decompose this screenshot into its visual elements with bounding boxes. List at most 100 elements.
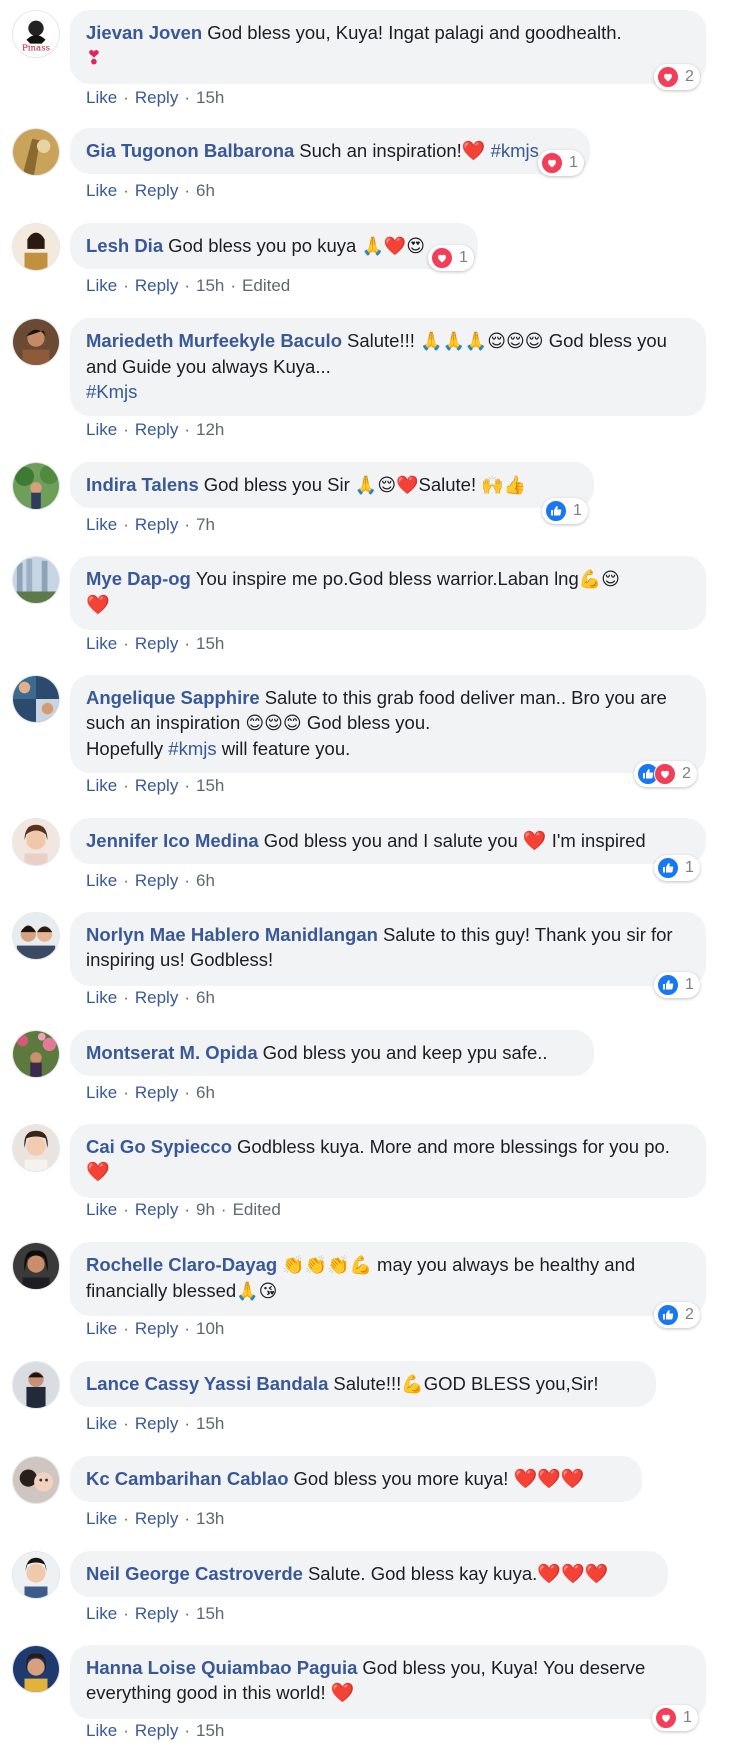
like-link[interactable]: Like <box>86 1200 117 1219</box>
timestamp[interactable]: 7h <box>196 515 215 534</box>
like-link[interactable]: Like <box>86 1083 117 1102</box>
edited-label[interactable]: Edited <box>242 276 290 295</box>
reply-link[interactable]: Reply <box>135 88 178 107</box>
timestamp[interactable]: 15h <box>196 1604 224 1623</box>
reaction-summary[interactable]: 2 <box>654 1302 700 1328</box>
timestamp[interactable]: 9h <box>196 1200 215 1219</box>
reaction-summary[interactable]: 2 <box>654 64 700 90</box>
comment-author[interactable]: Mye Dap-og <box>86 568 191 589</box>
reaction-count: 1 <box>683 1709 692 1726</box>
like-link[interactable]: Like <box>86 988 117 1007</box>
avatar[interactable] <box>12 318 60 366</box>
reply-link[interactable]: Reply <box>135 515 178 534</box>
comment-author[interactable]: Kc Cambarihan Cablao <box>86 1468 289 1489</box>
like-link[interactable]: Like <box>86 871 117 890</box>
hashtag-link[interactable]: #kmjs <box>491 140 539 161</box>
avatar[interactable] <box>12 556 60 604</box>
avatar[interactable] <box>12 912 60 960</box>
reply-link[interactable]: Reply <box>135 634 178 653</box>
avatar[interactable] <box>12 818 60 866</box>
timestamp[interactable]: 12h <box>196 420 224 439</box>
reaction-summary[interactable]: 1 <box>428 245 474 271</box>
comment-author[interactable]: Hanna Loise Quiambao Paguia <box>86 1657 357 1678</box>
hashtag-link[interactable]: #Kmjs <box>86 381 137 402</box>
comment-actions: Like · Reply · 6h <box>86 988 215 1008</box>
like-link[interactable]: Like <box>86 1509 117 1528</box>
like-link[interactable]: Like <box>86 420 117 439</box>
comment-author[interactable]: Jennifer Ico Medina <box>86 830 259 851</box>
love-reaction-icon <box>655 1707 677 1729</box>
comment-bubble: Jennifer Ico Medina God bless you and I s… <box>70 818 706 864</box>
timestamp[interactable]: 6h <box>196 988 215 1007</box>
timestamp[interactable]: 15h <box>196 634 224 653</box>
timestamp[interactable]: 10h <box>196 1319 224 1338</box>
reply-link[interactable]: Reply <box>135 420 178 439</box>
avatar[interactable] <box>12 1030 60 1078</box>
comment-author[interactable]: Neil George Castroverde <box>86 1563 303 1584</box>
comment-author[interactable]: Montserat M. Opida <box>86 1042 258 1063</box>
timestamp[interactable]: 6h <box>196 1083 215 1102</box>
avatar[interactable] <box>12 1361 60 1409</box>
timestamp[interactable]: 6h <box>196 181 215 200</box>
reply-link[interactable]: Reply <box>135 276 178 295</box>
like-link[interactable]: Like <box>86 88 117 107</box>
avatar[interactable] <box>12 462 60 510</box>
timestamp[interactable]: 15h <box>196 776 224 795</box>
reply-link[interactable]: Reply <box>135 776 178 795</box>
reply-link[interactable]: Reply <box>135 1414 178 1433</box>
timestamp[interactable]: 15h <box>196 276 224 295</box>
comment-author[interactable]: Jievan Joven <box>86 22 202 43</box>
edited-label[interactable]: Edited <box>233 1200 281 1219</box>
like-link[interactable]: Like <box>86 634 117 653</box>
avatar[interactable] <box>12 1645 60 1693</box>
reaction-summary[interactable]: 1 <box>654 855 700 881</box>
avatar[interactable] <box>12 675 60 723</box>
comment-author[interactable]: Lesh Dia <box>86 235 163 256</box>
like-link[interactable]: Like <box>86 276 117 295</box>
timestamp[interactable]: 15h <box>196 1414 224 1433</box>
like-link[interactable]: Like <box>86 1721 117 1740</box>
reply-link[interactable]: Reply <box>135 1509 178 1528</box>
reply-link[interactable]: Reply <box>135 1319 178 1338</box>
like-link[interactable]: Like <box>86 515 117 534</box>
reply-link[interactable]: Reply <box>135 1604 178 1623</box>
reaction-summary[interactable]: 1 <box>654 972 700 998</box>
reaction-summary[interactable]: 2 <box>634 761 697 787</box>
avatar[interactable] <box>12 128 60 176</box>
avatar[interactable] <box>12 1242 60 1290</box>
like-link[interactable]: Like <box>86 1319 117 1338</box>
reply-link[interactable]: Reply <box>135 181 178 200</box>
avatar[interactable] <box>12 1551 60 1599</box>
avatar[interactable] <box>12 1456 60 1504</box>
reaction-summary[interactable]: 1 <box>542 498 588 524</box>
hashtag-link[interactable]: #kmjs <box>168 738 216 759</box>
comment-author[interactable]: Gia Tugonon Balbarona <box>86 140 294 161</box>
timestamp[interactable]: 13h <box>196 1509 224 1528</box>
comment-author[interactable]: Rochelle Claro-Dayag <box>86 1254 277 1275</box>
reply-link[interactable]: Reply <box>135 1083 178 1102</box>
comment-author[interactable]: Norlyn Mae Hablero Manidlangan <box>86 924 378 945</box>
reaction-summary[interactable]: 1 <box>652 1705 698 1731</box>
avatar[interactable] <box>12 223 60 271</box>
like-link[interactable]: Like <box>86 776 117 795</box>
reaction-summary[interactable]: 1 <box>538 150 584 176</box>
comment-text-continued: God bless you. <box>306 712 431 733</box>
like-link[interactable]: Like <box>86 181 117 200</box>
avatar[interactable] <box>12 1124 60 1172</box>
timestamp[interactable]: 15h <box>196 88 224 107</box>
reply-link[interactable]: Reply <box>135 988 178 1007</box>
timestamp[interactable]: 6h <box>196 871 215 890</box>
comment-author[interactable]: Angelique Sapphire <box>86 687 260 708</box>
avatar[interactable]: Pinass <box>12 10 60 58</box>
like-link[interactable]: Like <box>86 1414 117 1433</box>
reply-link[interactable]: Reply <box>135 871 178 890</box>
reply-link[interactable]: Reply <box>135 1200 178 1219</box>
reply-link[interactable]: Reply <box>135 1721 178 1740</box>
comment-author[interactable]: Cai Go Sypiecco <box>86 1136 232 1157</box>
comment-author[interactable]: Indira Talens <box>86 474 199 495</box>
comment-author[interactable]: Mariedeth Murfeekyle Baculo <box>86 330 342 351</box>
like-link[interactable]: Like <box>86 1604 117 1623</box>
comment-bubble: Rochelle Claro-Dayag 👏👏👏💪 may you always … <box>70 1242 706 1316</box>
comment-author[interactable]: Lance Cassy Yassi Bandala <box>86 1373 328 1394</box>
timestamp[interactable]: 15h <box>196 1721 224 1740</box>
